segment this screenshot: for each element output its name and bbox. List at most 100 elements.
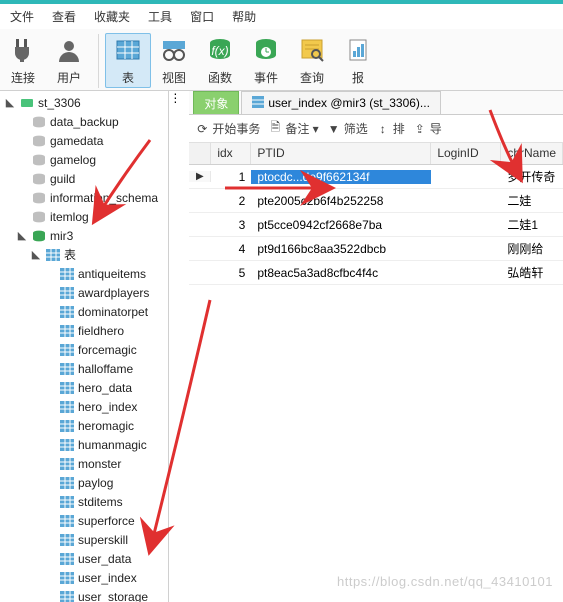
tree-table-dominatorpet[interactable]: dominatorpet xyxy=(0,302,168,321)
tree-table-hero_index[interactable]: hero_index xyxy=(0,397,168,416)
cell-chrname[interactable]: 弘皓轩 xyxy=(501,264,563,281)
tree-table-awardplayers[interactable]: awardplayers xyxy=(0,283,168,302)
menu-file[interactable]: 文件 xyxy=(10,8,34,25)
cell-idx[interactable]: 2 xyxy=(211,194,251,208)
menu-favorites[interactable]: 收藏夹 xyxy=(94,8,130,25)
tree-table-superskill[interactable]: superskill xyxy=(0,530,168,549)
tree-table-monster[interactable]: monster xyxy=(0,454,168,473)
tree-table-label: awardplayers xyxy=(78,286,149,300)
filter[interactable]: ▼ 筛选 xyxy=(327,120,368,137)
database-icon xyxy=(31,153,47,167)
tree-table-label: monster xyxy=(78,457,121,471)
col-ptid[interactable]: PTID xyxy=(251,143,431,164)
cell-chrname[interactable]: 罗开传奇 xyxy=(501,168,563,185)
tree-table-superforce[interactable]: superforce xyxy=(0,511,168,530)
begin-transaction[interactable]: ⟳ 开始事务 xyxy=(195,120,260,137)
table-row[interactable]: 4pt9d166bc8aa3522dbcb 刚刚给 xyxy=(189,237,563,261)
memo[interactable]: 🗎 备注 ▾ xyxy=(268,120,318,137)
memo-label: 备注 ▾ xyxy=(285,120,318,137)
table-row[interactable]: ▶ 1ptocdc...de9f662134f 罗开传奇 xyxy=(189,165,563,189)
cell-idx[interactable]: 1 xyxy=(211,170,251,184)
tree-table-label: user_storage xyxy=(78,590,148,602)
table-row[interactable]: 5pt8eac5a3ad8cfbc4f4c 弘皓轩 xyxy=(189,261,563,285)
tree-table-halloffame[interactable]: halloffame xyxy=(0,359,168,378)
function-icon: f(x) xyxy=(207,37,233,63)
svg-text:f(x): f(x) xyxy=(211,44,228,58)
grid-gutter-header xyxy=(189,143,211,164)
sort-label: 排 xyxy=(393,120,405,137)
tree-db-mir3[interactable]: ◣mir3 xyxy=(0,226,168,245)
ribbon-function-label: 函数 xyxy=(208,69,232,86)
tree-table-label: hero_index xyxy=(78,400,137,414)
export[interactable]: ⇪ 导 xyxy=(413,120,442,137)
table-row[interactable]: 2pte2005c2b6f4b252258 二娃 xyxy=(189,189,563,213)
tree-table-heromagic[interactable]: heromagic xyxy=(0,416,168,435)
col-chrname[interactable]: chrName xyxy=(501,143,563,164)
cell-ptid[interactable]: pt9d166bc8aa3522dbcb xyxy=(251,242,431,256)
collapse-toggle[interactable]: ◣ xyxy=(4,96,16,109)
tree-folder-tables[interactable]: ◣ 表 xyxy=(0,245,168,264)
ribbon-function[interactable]: f(x) 函数 xyxy=(197,33,243,88)
tree-table-user_index[interactable]: user_index xyxy=(0,568,168,587)
tree-db-data_backup[interactable]: data_backup xyxy=(0,112,168,131)
tree-db-gamelog[interactable]: gamelog xyxy=(0,150,168,169)
collapse-toggle[interactable]: ◣ xyxy=(30,248,42,261)
tree-table-paylog[interactable]: paylog xyxy=(0,473,168,492)
tab-user-index[interactable]: user_index @mir3 (st_3306)... xyxy=(241,91,441,114)
sort-icon: ↕ xyxy=(376,122,390,136)
ribbon-report[interactable]: 报 xyxy=(335,33,381,88)
menu-help[interactable]: 帮助 xyxy=(232,8,256,25)
sidebar: ◣ st_3306 data_backupgamedatagamelogguil… xyxy=(0,91,169,602)
query-icon xyxy=(299,37,325,63)
ribbon-view[interactable]: 视图 xyxy=(151,33,197,88)
memo-icon: 🗎 xyxy=(268,122,282,136)
cell-chrname[interactable]: 二娃 xyxy=(501,192,563,209)
cell-chrname[interactable]: 刚刚给 xyxy=(501,240,563,257)
col-idx[interactable]: idx xyxy=(211,143,251,164)
tree-table-user_data[interactable]: user_data xyxy=(0,549,168,568)
menu-view[interactable]: 查看 xyxy=(52,8,76,25)
ribbon-event[interactable]: 事件 xyxy=(243,33,289,88)
ribbon-user[interactable]: 用户 xyxy=(46,33,92,88)
splitter[interactable]: ⋮ xyxy=(169,91,181,602)
ribbon-query[interactable]: 查询 xyxy=(289,33,335,88)
cell-idx[interactable]: 4 xyxy=(211,242,251,256)
col-login[interactable]: LoginID xyxy=(431,143,501,164)
cell-ptid[interactable]: pt8eac5a3ad8cfbc4f4c xyxy=(251,266,431,280)
tree-db-itemlog[interactable]: itemlog xyxy=(0,207,168,226)
tree-db-information_schema[interactable]: information_schema xyxy=(0,188,168,207)
tree-table-label: hero_data xyxy=(78,381,132,395)
tree-connection[interactable]: ◣ st_3306 xyxy=(0,93,168,112)
expand-toggle[interactable]: ◣ xyxy=(16,229,28,242)
event-icon xyxy=(253,37,279,63)
ribbon-view-label: 视图 xyxy=(162,69,186,86)
table-row[interactable]: 3pt5cce0942cf2668e7ba 二娃1 xyxy=(189,213,563,237)
row-pointer-icon: ▶ xyxy=(196,171,204,182)
tree-table-humanmagic[interactable]: humanmagic xyxy=(0,435,168,454)
table-icon xyxy=(59,362,75,376)
tree-table-stditems[interactable]: stditems xyxy=(0,492,168,511)
tree-table-label: superskill xyxy=(78,533,128,547)
tab-objects[interactable]: 对象 xyxy=(193,91,239,114)
grid-header: idx PTID LoginID chrName xyxy=(189,143,563,165)
ribbon-connection[interactable]: 连接 xyxy=(0,33,46,88)
tree-table-hero_data[interactable]: hero_data xyxy=(0,378,168,397)
cell-ptid[interactable]: ptocdc...de9f662134f xyxy=(251,170,431,184)
tree-table-fieldhero[interactable]: fieldhero xyxy=(0,321,168,340)
cell-ptid[interactable]: pte2005c2b6f4b252258 xyxy=(251,194,431,208)
ribbon-table[interactable]: 表 xyxy=(105,33,151,88)
menu-window[interactable]: 窗口 xyxy=(190,8,214,25)
plug-icon xyxy=(10,37,36,63)
export-icon: ⇪ xyxy=(413,122,427,136)
cell-chrname[interactable]: 二娃1 xyxy=(501,216,563,233)
table-icon xyxy=(59,381,75,395)
cell-ptid[interactable]: pt5cce0942cf2668e7ba xyxy=(251,218,431,232)
menu-tools[interactable]: 工具 xyxy=(148,8,172,25)
tree-db-gamedata[interactable]: gamedata xyxy=(0,131,168,150)
cell-idx[interactable]: 3 xyxy=(211,218,251,232)
sort[interactable]: ↕ 排 xyxy=(376,120,405,137)
tree-table-antiqueitems[interactable]: antiqueitems xyxy=(0,264,168,283)
tree-table-forcemagic[interactable]: forcemagic xyxy=(0,340,168,359)
tree-db-guild[interactable]: guild xyxy=(0,169,168,188)
cell-idx[interactable]: 5 xyxy=(211,266,251,280)
